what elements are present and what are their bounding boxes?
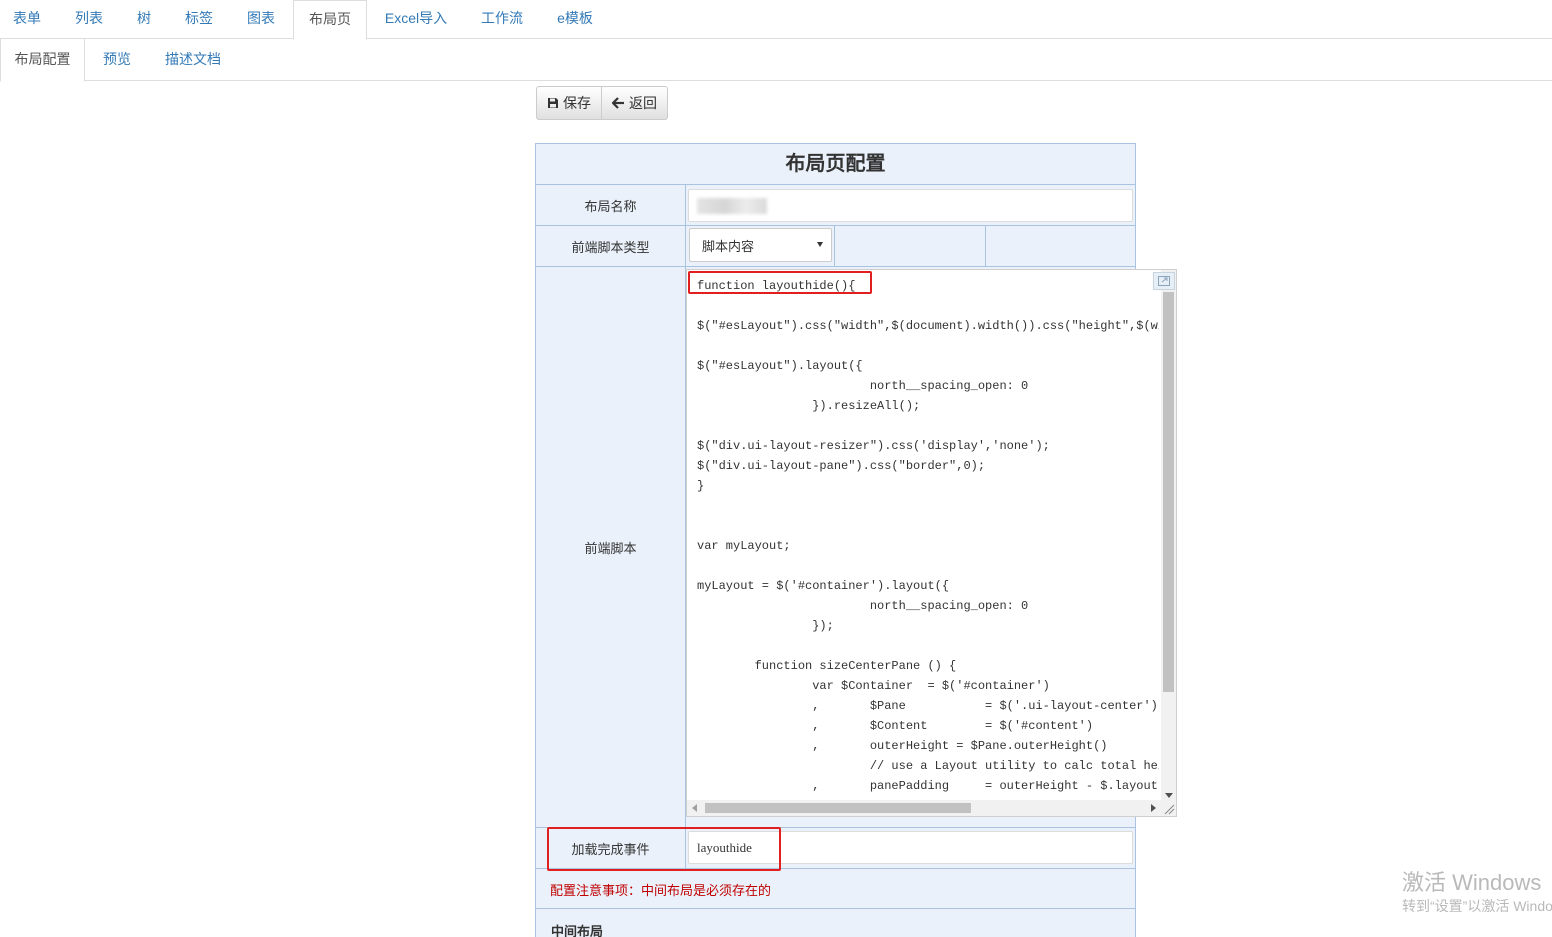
- tab-workflow[interactable]: 工作流: [470, 0, 534, 39]
- watermark-line1: 激活 Windows: [1402, 870, 1542, 895]
- code-line: north__spacing_open: 0: [697, 599, 1029, 613]
- floppy-disk-icon: [547, 97, 559, 109]
- code-line: }).resizeAll();: [697, 399, 921, 413]
- code-line: }: [697, 479, 705, 493]
- load-event-cell: layouthide: [686, 828, 1135, 869]
- code-area[interactable]: function layouthide(){ $("#esLayout").css…: [697, 276, 1159, 801]
- code-line: var $Container = $('#container'): [697, 679, 1050, 693]
- load-event-input[interactable]: layouthide: [688, 831, 1133, 864]
- layout-name-cell: [686, 185, 1135, 226]
- script-editor[interactable]: function layouthide(){ $("#esLayout").css…: [686, 269, 1177, 817]
- middle-layout-heading: 中间布局: [551, 924, 604, 937]
- toolbar: 保存 返回: [536, 86, 668, 120]
- config-note: 配置注意事项：中间布局是必须存在的: [550, 883, 772, 898]
- tab-layout-page[interactable]: 布局页: [293, 0, 367, 40]
- code-line: $("#esLayout").layout({: [697, 359, 863, 373]
- tab-description-doc[interactable]: 描述文档: [155, 39, 231, 81]
- script-type-select[interactable]: 脚本内容: [689, 228, 832, 262]
- vertical-scrollbar[interactable]: [1161, 270, 1176, 801]
- scroll-right-icon[interactable]: [1151, 804, 1156, 812]
- code-line: $("#esLayout").css("width",$(document).w…: [697, 319, 1159, 333]
- cell-divider: [834, 226, 835, 266]
- code-line: // use a Layout utility to calc total he…: [697, 759, 1159, 773]
- page-title: 布局页配置: [536, 144, 1135, 185]
- resize-grip-icon[interactable]: [1160, 800, 1176, 816]
- back-label: 返回: [629, 95, 657, 111]
- hscroll-thumb[interactable]: [705, 803, 971, 813]
- tab-e-template[interactable]: e模板: [546, 0, 604, 39]
- code-line: north__spacing_open: 0: [697, 379, 1029, 393]
- arrow-left-icon: [612, 97, 625, 109]
- code-line: , $Pane = $('.ui-layout-center'): [697, 699, 1158, 713]
- tab-form[interactable]: 表单: [0, 0, 54, 39]
- code-line: myLayout = $('#container').layout({: [697, 579, 950, 593]
- caret-down-icon: [817, 242, 823, 247]
- script-type-cell: 脚本内容: [686, 226, 1135, 267]
- code-line: , $Content = $('#content'): [697, 719, 1094, 733]
- watermark-line2: 转到“设置”以激活 Windows。: [1402, 898, 1552, 914]
- code-line: });: [697, 619, 834, 633]
- code-line: function layouthide(){: [697, 279, 856, 293]
- save-label: 保存: [563, 95, 591, 111]
- cell-divider: [985, 226, 986, 266]
- tab-preview[interactable]: 预览: [92, 39, 142, 81]
- windows-activation-watermark: 激活 Windows 转到“设置”以激活 Windows。: [1402, 869, 1552, 915]
- tab-tag[interactable]: 标签: [172, 0, 226, 39]
- load-event-label: 加载完成事件: [536, 828, 686, 869]
- load-event-value: layouthide: [697, 839, 752, 855]
- code-line: $("div.ui-layout-resizer").css('display'…: [697, 439, 1050, 453]
- top-tab-bar: 表单 列表 树 标签 图表 布局页 Excel导入 工作流 e模板: [0, 0, 1552, 40]
- tab-tree[interactable]: 树: [126, 0, 162, 39]
- script-type-label: 前端脚本类型: [536, 226, 686, 267]
- code-line: , panePadding = outerHeight - $.layout.c: [697, 779, 1159, 793]
- redacted-text: [697, 198, 767, 214]
- tab-excel-import[interactable]: Excel导入: [375, 0, 457, 39]
- code-line: function sizeCenterPane () {: [697, 659, 957, 673]
- scroll-thumb[interactable]: [1163, 292, 1174, 692]
- tab-layout-config[interactable]: 布局配置: [0, 39, 85, 82]
- script-label: 前端脚本: [536, 267, 686, 828]
- code-line: var myLayout;: [697, 539, 791, 553]
- tab-chart[interactable]: 图表: [234, 0, 288, 39]
- scroll-left-icon[interactable]: [692, 804, 697, 812]
- expand-editor-icon[interactable]: [1153, 272, 1175, 290]
- scroll-down-icon[interactable]: [1165, 793, 1173, 798]
- save-button[interactable]: 保存: [536, 86, 602, 120]
- horizontal-scrollbar[interactable]: [687, 800, 1161, 816]
- layout-name-input[interactable]: [688, 189, 1133, 222]
- code-line: $("div.ui-layout-pane").css("border",0);: [697, 459, 986, 473]
- layout-name-label: 布局名称: [536, 185, 686, 226]
- tab-list[interactable]: 列表: [60, 0, 118, 39]
- back-button[interactable]: 返回: [602, 86, 668, 120]
- code-line: , outerHeight = $Pane.outerHeight(): [697, 739, 1108, 753]
- sub-tab-bar: 布局配置 预览 描述文档: [0, 39, 1552, 82]
- script-type-value: 脚本内容: [702, 238, 755, 254]
